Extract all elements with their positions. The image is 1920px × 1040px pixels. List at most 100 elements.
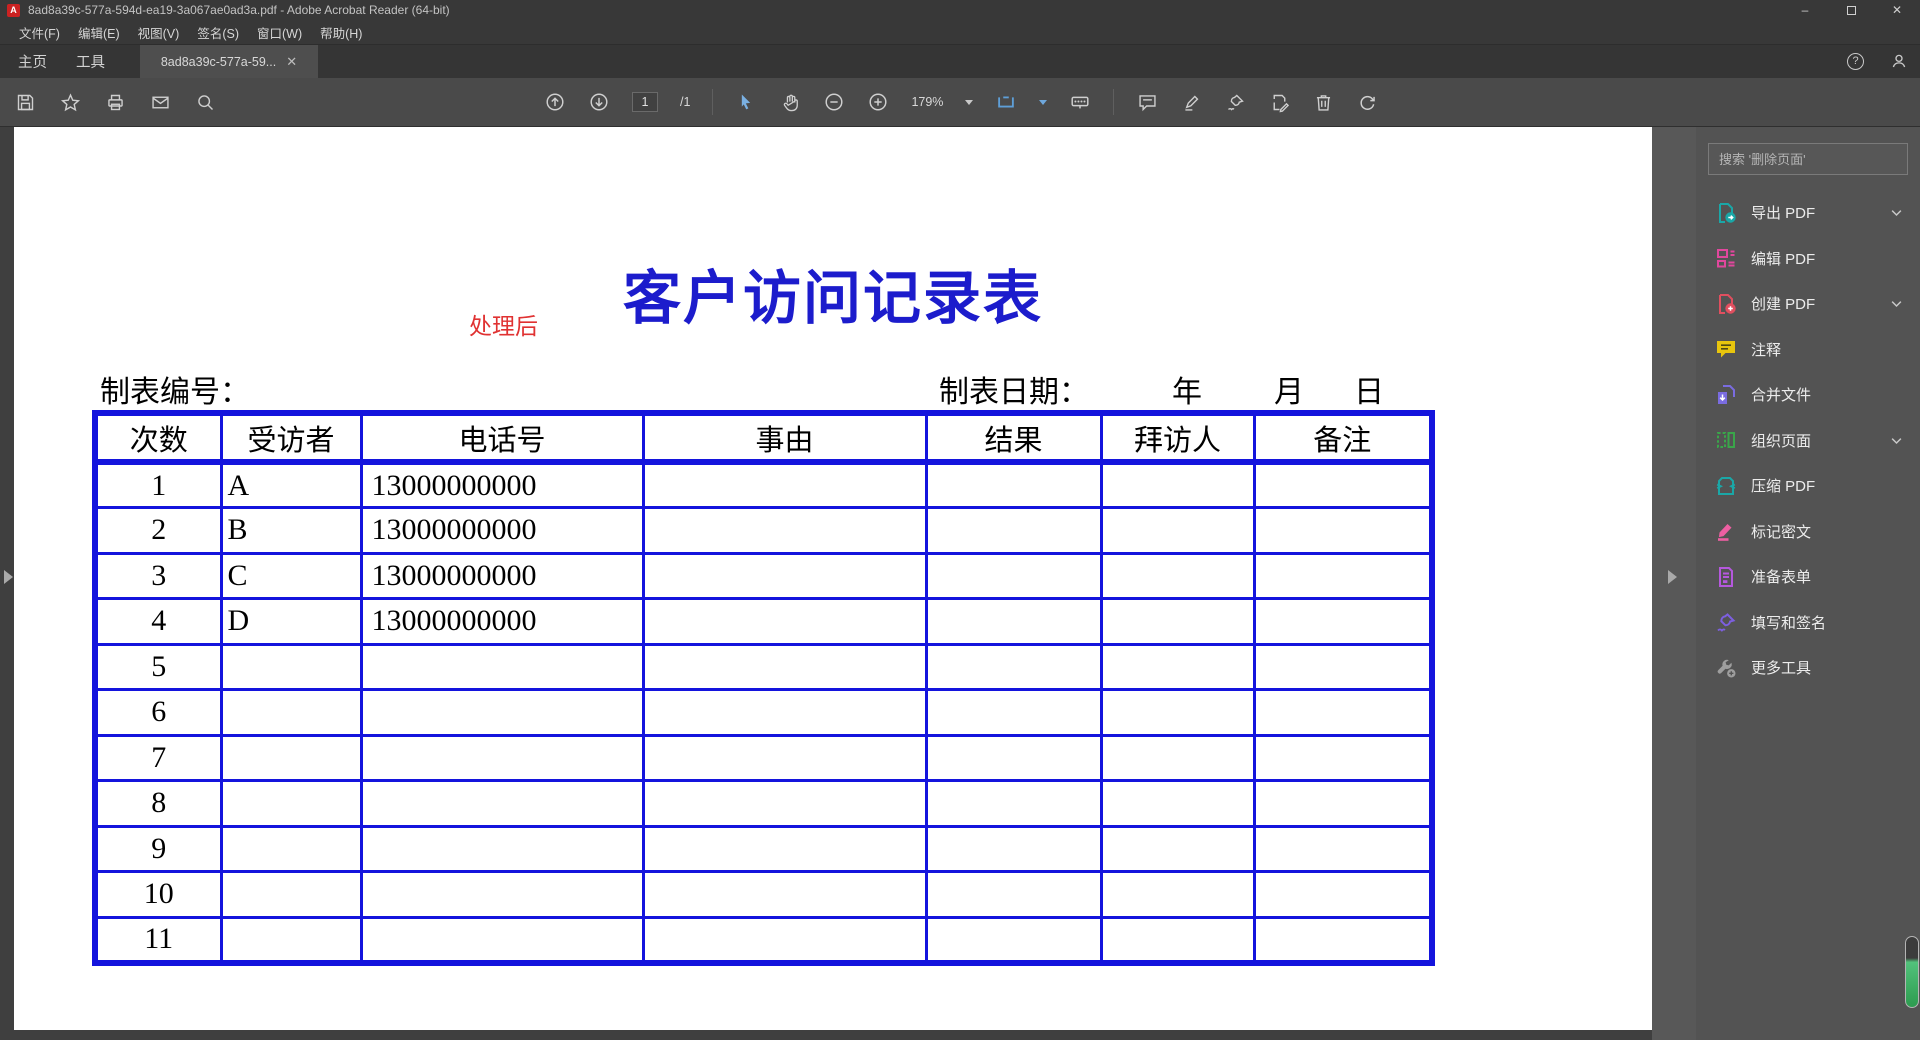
comment-bubble-icon (1137, 92, 1158, 113)
table-cell: D (221, 599, 361, 645)
menu-view[interactable]: 视图(V) (129, 19, 189, 46)
page-fit-button[interactable] (995, 91, 1017, 113)
select-tool-button[interactable] (735, 91, 757, 113)
menu-sign[interactable]: 签名(S) (188, 19, 248, 46)
tab-home[interactable]: 主页 (8, 45, 57, 78)
minimize-button[interactable]: – (1782, 0, 1828, 20)
chevron-down-icon[interactable] (1889, 433, 1904, 448)
favorite-button[interactable] (59, 91, 81, 113)
table-row: 9 (95, 826, 1432, 872)
reading-mode-button[interactable] (1069, 91, 1091, 113)
chevron-down-icon[interactable] (1889, 296, 1904, 311)
table-cell (643, 917, 926, 963)
zoom-out-button[interactable] (823, 91, 845, 113)
tab-document[interactable]: 8ad8a39c-577a-59... ✕ (140, 45, 318, 78)
rotate-icon (1357, 92, 1378, 113)
page-edit-icon (1269, 92, 1290, 113)
scrollbar-thumb[interactable] (1905, 936, 1919, 1008)
tools-pane-toggle[interactable] (1668, 570, 1677, 584)
zoom-level-value[interactable]: 179% (911, 95, 943, 109)
tool-fill-sign[interactable]: 填写和签名 (1696, 600, 1920, 646)
table-header-cell: 备注 (1254, 413, 1432, 462)
chevron-down-icon[interactable] (1889, 205, 1904, 220)
search-button[interactable] (194, 91, 216, 113)
table-row: 3C13000000000 (95, 553, 1432, 599)
compress-pdf-icon (1714, 474, 1738, 498)
rotate-pages-button[interactable] (1356, 91, 1378, 113)
table-cell (1254, 553, 1432, 599)
arrow-up-circle-icon (544, 91, 566, 113)
table-cell (361, 917, 643, 963)
envelope-icon (150, 92, 171, 113)
main-toolbar: 1 /1 179% (0, 78, 1920, 127)
tool-create-pdf[interactable]: 创建 PDF (1696, 281, 1920, 327)
table-cell: A (221, 462, 361, 508)
table-cell (643, 781, 926, 827)
table-cell (926, 917, 1101, 963)
menu-help[interactable]: 帮助(H) (311, 19, 371, 46)
table-row: 8 (95, 781, 1432, 827)
hand-icon (780, 92, 801, 113)
tool-comment[interactable]: 注释 (1696, 327, 1920, 373)
comment-tool-button[interactable] (1136, 91, 1158, 113)
table-cell (1101, 690, 1254, 736)
sign-tool-button[interactable] (1224, 91, 1246, 113)
nav-pane-toggle[interactable] (4, 570, 13, 584)
table-cell: 11 (95, 917, 221, 963)
delete-pages-button[interactable] (1312, 91, 1334, 113)
tab-close-icon[interactable]: ✕ (286, 55, 297, 68)
close-button[interactable]: ✕ (1874, 0, 1920, 20)
table-cell: 7 (95, 735, 221, 781)
table-cell (926, 690, 1101, 736)
page-fit-dropdown-icon[interactable] (1039, 100, 1047, 105)
table-row: 4D13000000000 (95, 599, 1432, 645)
table-row: 10 (95, 872, 1432, 918)
tool-combine-files[interactable]: 合并文件 (1696, 372, 1920, 418)
table-cell (1101, 462, 1254, 508)
table-cell (1101, 872, 1254, 918)
toolbar-divider (1113, 89, 1114, 115)
tool-redact[interactable]: 标记密文 (1696, 509, 1920, 555)
tool-prepare-form[interactable]: 准备表单 (1696, 554, 1920, 600)
table-cell (926, 781, 1101, 827)
menu-edit[interactable]: 编辑(E) (69, 19, 129, 46)
previous-page-button[interactable] (544, 91, 566, 113)
page-number-input[interactable]: 1 (632, 92, 658, 112)
save-button[interactable] (14, 91, 36, 113)
table-cell (1254, 917, 1432, 963)
tools-search-input[interactable] (1708, 143, 1908, 175)
menu-bar: 文件(F) 编辑(E) 视图(V) 签名(S) 窗口(W) 帮助(H) (0, 20, 1920, 45)
tool-edit-pdf[interactable]: 编辑 PDF (1696, 236, 1920, 282)
table-cell (221, 826, 361, 872)
table-cell: 4 (95, 599, 221, 645)
star-icon (60, 92, 81, 113)
tool-more-tools[interactable]: 更多工具 (1696, 645, 1920, 691)
table-cell: 13000000000 (361, 508, 643, 554)
zoom-dropdown-icon[interactable] (965, 100, 973, 105)
tool-organize-pages[interactable]: 组织页面 (1696, 418, 1920, 464)
highlighter-icon (1181, 92, 1202, 113)
next-page-button[interactable] (588, 91, 610, 113)
maximize-button[interactable] (1828, 0, 1874, 20)
zoom-in-button[interactable] (867, 91, 889, 113)
table-cell (221, 735, 361, 781)
menu-window[interactable]: 窗口(W) (248, 19, 311, 46)
day-label: 日 (1354, 367, 1384, 411)
table-cell: 3 (95, 553, 221, 599)
hand-tool-button[interactable] (779, 91, 801, 113)
menu-file[interactable]: 文件(F) (10, 19, 69, 46)
table-cell (926, 599, 1101, 645)
tool-compress-pdf[interactable]: 压缩 PDF (1696, 463, 1920, 509)
tab-tools[interactable]: 工具 (66, 45, 115, 78)
fill-sign-tool-button[interactable] (1268, 91, 1290, 113)
tool-export-pdf[interactable]: 导出 PDF (1696, 190, 1920, 236)
table-cell (1254, 599, 1432, 645)
help-icon[interactable]: ? (1847, 53, 1864, 70)
highlight-tool-button[interactable] (1180, 91, 1202, 113)
pdf-page: 客户访问记录表 处理后 制表编号： 制表日期： 年 月 日 次数受访者电话号事由… (14, 127, 1652, 1030)
print-button[interactable] (104, 91, 126, 113)
document-title: 客户访问记录表 (14, 251, 1652, 335)
email-button[interactable] (149, 91, 171, 113)
account-avatar-icon[interactable] (1890, 52, 1908, 70)
tab-document-label: 8ad8a39c-577a-59... (161, 55, 276, 69)
